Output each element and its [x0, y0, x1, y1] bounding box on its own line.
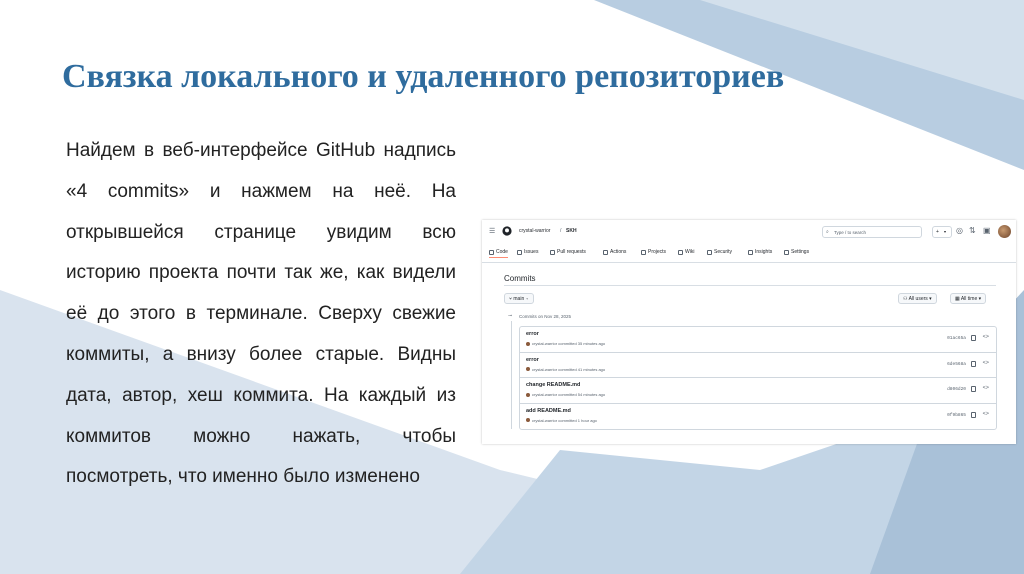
- browse-code-icon[interactable]: <>: [983, 360, 989, 366]
- create-new-button[interactable]: + ▾: [932, 226, 952, 238]
- graph-icon: [748, 249, 753, 255]
- plus-icon: +: [936, 229, 939, 235]
- slide-title: Связка локального и удаленного репозитор…: [62, 58, 785, 95]
- repo-nav-tabs: Code Issues Pull requests Actions Projec…: [482, 244, 1016, 263]
- page-title: Commits: [504, 274, 536, 283]
- tab-settings[interactable]: Settings: [784, 249, 809, 255]
- author-avatar: [526, 392, 530, 397]
- divider: [504, 285, 996, 286]
- chevron-down-icon: ▾: [944, 229, 947, 234]
- branch-select-button[interactable]: ⑂ main ▾: [504, 293, 534, 304]
- gear-icon: [784, 249, 789, 255]
- search-input[interactable]: ⌕ Type / to search: [822, 226, 922, 238]
- book-icon: [678, 249, 683, 255]
- commit-sha[interactable]: 6de568a: [947, 362, 966, 367]
- commit-row[interactable]: error crystal-warrior committed 41 minut…: [520, 353, 996, 378]
- commit-row[interactable]: add README.md crystal-warrior committed …: [520, 404, 996, 430]
- copy-icon[interactable]: [971, 335, 976, 341]
- commit-sha[interactable]: d806d20: [947, 387, 966, 392]
- commit-group-label: Commits on Nov 28, 2025: [519, 314, 572, 319]
- tab-security[interactable]: Security: [707, 249, 732, 255]
- commit-meta: crystal-warrior committed 1 hour ago: [526, 418, 597, 423]
- copy-icon[interactable]: [971, 386, 976, 392]
- author-avatar: [526, 418, 530, 422]
- repo-owner-link[interactable]: crystal-warrior: [519, 228, 550, 234]
- browse-code-icon[interactable]: <>: [983, 334, 989, 340]
- commit-message[interactable]: add README.md: [526, 408, 571, 414]
- commit-message[interactable]: error: [526, 331, 539, 337]
- tab-actions[interactable]: Actions: [603, 249, 626, 255]
- avatar[interactable]: [998, 225, 1011, 238]
- all-time-filter[interactable]: ▦ All time ▾: [950, 293, 987, 304]
- tab-issues[interactable]: Issues: [517, 249, 538, 255]
- chevron-down-icon: ▾: [977, 296, 982, 302]
- tab-projects[interactable]: Projects: [641, 249, 666, 255]
- commit-meta: crystal-warrior committed 54 minutes ago: [526, 392, 605, 397]
- search-placeholder: Type / to search: [834, 230, 867, 235]
- github-logo-icon[interactable]: [502, 226, 512, 236]
- copy-icon[interactable]: [971, 411, 976, 418]
- table-icon: [641, 249, 646, 255]
- all-users-filter[interactable]: ⚇ All users ▾: [898, 293, 937, 304]
- browse-code-icon[interactable]: <>: [983, 385, 989, 391]
- menu-icon[interactable]: ☰: [489, 227, 495, 235]
- commit-group-icon: ⊸: [508, 313, 513, 319]
- browse-code-icon[interactable]: <>: [983, 411, 989, 417]
- chevron-down-icon: ▾: [524, 296, 529, 302]
- commit-row[interactable]: error crystal-warrior committed 35 minut…: [520, 327, 996, 353]
- commit-message[interactable]: change README.md: [526, 382, 580, 388]
- issue-icon: [517, 249, 522, 255]
- path-separator: /: [560, 228, 562, 234]
- commit-meta: crystal-warrior committed 35 minutes ago: [526, 341, 605, 346]
- timeline-line: [511, 321, 512, 429]
- slide-body-text: Найдем в веб-интерфейсе GitHub надпись «…: [66, 140, 456, 488]
- shield-icon: [707, 249, 712, 255]
- tab-code[interactable]: Code: [489, 249, 508, 258]
- issues-icon[interactable]: ◎: [956, 226, 963, 235]
- chevron-down-icon: ▾: [927, 296, 932, 302]
- repo-name-link[interactable]: SKH: [566, 228, 577, 234]
- tab-pull-requests[interactable]: Pull requests: [550, 249, 586, 255]
- commit-sha[interactable]: 0f9b865: [947, 413, 966, 418]
- github-screenshot: ☰ crystal-warrior / SKH ⌕ Type / to sear…: [482, 220, 1016, 444]
- tab-wiki[interactable]: Wiki: [678, 249, 694, 255]
- copy-icon[interactable]: [971, 360, 976, 367]
- notifications-icon[interactable]: ▣: [983, 226, 991, 235]
- pull-request-icon: [550, 249, 555, 255]
- play-icon: [603, 249, 608, 255]
- author-avatar: [526, 341, 530, 346]
- pull-requests-icon[interactable]: ⇅: [969, 226, 976, 235]
- commit-row[interactable]: change README.md crystal-warrior committ…: [520, 378, 996, 404]
- commit-meta: crystal-warrior committed 41 minutes ago: [526, 367, 605, 372]
- commit-sha[interactable]: 01ac65a: [947, 336, 966, 341]
- commit-list: error crystal-warrior committed 35 minut…: [519, 326, 997, 430]
- author-avatar: [526, 367, 530, 371]
- commit-message[interactable]: error: [526, 357, 539, 363]
- github-header: ☰ crystal-warrior / SKH ⌕ Type / to sear…: [482, 220, 1016, 244]
- code-icon: [489, 249, 494, 255]
- tab-insights[interactable]: Insights: [748, 249, 772, 255]
- search-icon: ⌕: [826, 229, 829, 235]
